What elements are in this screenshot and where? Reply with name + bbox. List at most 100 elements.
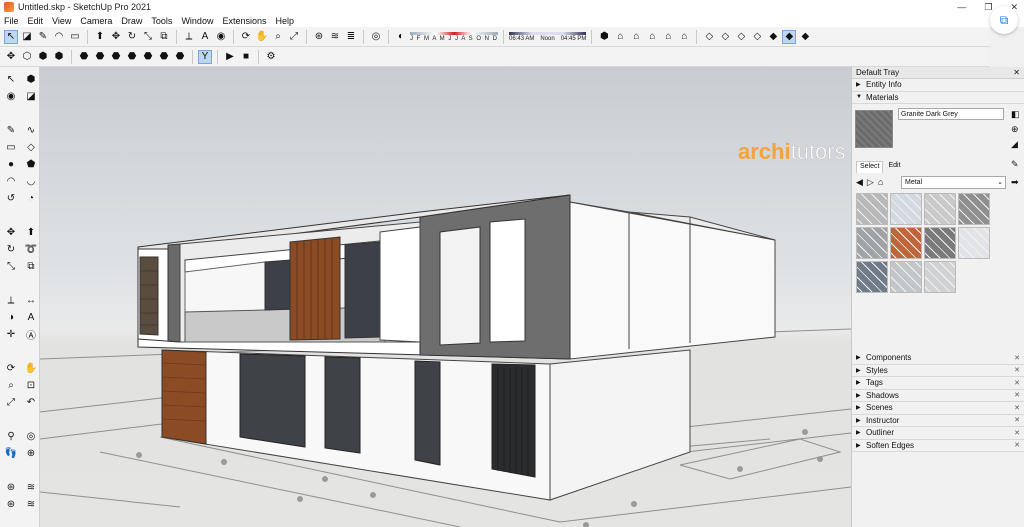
menu-extensions[interactable]: Extensions — [222, 16, 266, 26]
position-camera-icon[interactable]: ⚲ — [2, 428, 20, 444]
line-tool-icon[interactable]: ✎ — [36, 30, 50, 44]
pan-icon[interactable]: ✋ — [22, 360, 40, 376]
left-view-icon[interactable]: ⌂ — [677, 30, 691, 44]
xray-style-icon[interactable]: ◇ — [702, 30, 716, 44]
move-icon[interactable]: ✥ — [2, 224, 20, 240]
push-pull-tool-icon[interactable]: ⬆ — [93, 30, 107, 44]
minimize-icon[interactable]: — — [957, 2, 966, 12]
hidden-line-style-icon[interactable]: ◇ — [750, 30, 764, 44]
paint-bucket-icon[interactable]: ◉ — [214, 30, 228, 44]
extension-y-icon[interactable]: Y — [198, 49, 212, 64]
menu-draw[interactable]: Draw — [121, 16, 142, 26]
extension-warehouse-icon[interactable]: ≋ — [22, 479, 40, 495]
intersect-icon[interactable]: ⬢ — [52, 50, 66, 64]
material-swatch[interactable] — [958, 193, 990, 225]
text-tool-icon[interactable]: A — [198, 30, 212, 44]
arc-icon[interactable]: ◠ — [2, 173, 20, 189]
material-swatch[interactable] — [890, 193, 922, 225]
material-swatch[interactable] — [890, 227, 922, 259]
polygon-icon[interactable]: ⬟ — [22, 156, 40, 172]
dimension-icon[interactable]: ↔ — [22, 292, 40, 308]
shadows-toggle-icon[interactable]: ◐ — [394, 30, 408, 44]
two-point-arc-icon[interactable]: ◡ — [22, 173, 40, 189]
monochrome-style-icon[interactable]: ◆ — [798, 30, 812, 44]
text-icon[interactable]: A — [22, 309, 40, 325]
outer-shell-icon[interactable]: ⬢ — [36, 50, 50, 64]
section-plane-icon[interactable]: ⬣ — [173, 50, 187, 64]
material-swatch[interactable] — [924, 193, 956, 225]
back-edges-style-icon[interactable]: ◇ — [718, 30, 732, 44]
extension-manager-icon[interactable]: ≋ — [22, 496, 40, 512]
push-pull-icon[interactable]: ⬆ — [22, 224, 40, 240]
split-icon[interactable]: ⬣ — [125, 50, 139, 64]
trim-icon[interactable]: ⬣ — [109, 50, 123, 64]
tab-select[interactable]: Select — [856, 161, 884, 173]
sandbox-icon[interactable]: ✥ — [4, 50, 18, 64]
material-swatch[interactable] — [856, 261, 888, 293]
three-point-arc-icon[interactable]: ↺ — [2, 190, 20, 206]
shaded-style-icon[interactable]: ◆ — [766, 30, 780, 44]
previous-view-icon[interactable]: ↶ — [22, 394, 40, 410]
panel-soften-edges[interactable]: ▶ Soften Edges ✕ — [852, 439, 1024, 452]
eraser-tool-icon[interactable]: ◪ — [20, 30, 34, 44]
panel-entity-info[interactable]: ▶ Entity Info — [852, 79, 1024, 92]
restore-icon[interactable]: ❐ — [984, 2, 992, 13]
panel-close-icon[interactable]: ✕ — [1014, 404, 1020, 412]
offset-tool-icon[interactable]: ⧉ — [157, 30, 171, 44]
look-around-icon[interactable]: ◎ — [22, 428, 40, 444]
menu-window[interactable]: Window — [181, 16, 213, 26]
layout-icon[interactable]: ≣ — [344, 30, 358, 44]
eyedropper-icon[interactable]: ✎ — [1011, 159, 1019, 170]
orbit-icon[interactable]: ⟳ — [2, 360, 20, 376]
tab-edit[interactable]: Edit — [885, 161, 903, 173]
back-view-icon[interactable]: ⌂ — [661, 30, 675, 44]
material-preview-swatch[interactable] — [855, 110, 893, 148]
stop-icon[interactable]: ■ — [239, 50, 253, 64]
make-component-icon[interactable]: ⬢ — [22, 71, 40, 87]
panel-close-icon[interactable]: ✕ — [1014, 379, 1020, 387]
tray-close-icon[interactable]: ✕ — [1013, 68, 1020, 77]
move-tool-icon[interactable]: ✥ — [109, 30, 123, 44]
circle-icon[interactable]: ● — [2, 156, 20, 172]
warehouse-icon[interactable]: ⊛ — [312, 30, 326, 44]
rotated-rectangle-icon[interactable]: ◇ — [22, 139, 40, 155]
panel-materials[interactable]: ▼ Materials — [852, 91, 1024, 104]
zoom-window-icon[interactable]: ⊡ — [22, 377, 40, 393]
model-viewport[interactable]: architutors — [40, 67, 851, 527]
panel-close-icon[interactable]: ✕ — [1014, 366, 1020, 374]
account-icon[interactable]: ◎ — [369, 30, 383, 44]
visual-search-button[interactable]: ⧉ — [990, 6, 1018, 34]
offset-icon[interactable]: ⧉ — [22, 258, 40, 274]
panel-close-icon[interactable]: ✕ — [1014, 354, 1020, 362]
shadow-time-slider[interactable]: 06:43 AM Noon 04:45 PM — [509, 31, 587, 42]
forward-arrow-icon[interactable]: ▷ — [867, 177, 874, 188]
section-icon[interactable]: ⊕ — [22, 445, 40, 461]
material-swatch[interactable] — [890, 261, 922, 293]
panel-styles[interactable]: ▶ Styles ✕ — [852, 364, 1024, 377]
front-view-icon[interactable]: ⌂ — [629, 30, 643, 44]
menu-view[interactable]: View — [52, 16, 71, 26]
menu-edit[interactable]: Edit — [28, 16, 44, 26]
tape-measure-icon[interactable]: ⟂ — [2, 292, 20, 308]
panel-tags[interactable]: ▶ Tags ✕ — [852, 377, 1024, 390]
arc-tool-icon[interactable]: ◠ — [52, 30, 66, 44]
pan-icon[interactable]: ✋ — [255, 30, 269, 44]
material-swatch[interactable] — [924, 261, 956, 293]
panel-instructor[interactable]: ▶ Instructor ✕ — [852, 414, 1024, 427]
sample-paint-icon[interactable]: ◢ — [1011, 139, 1018, 150]
extension-warehouse-icon[interactable]: ≋ — [328, 30, 342, 44]
panel-scenes[interactable]: ▶ Scenes ✕ — [852, 402, 1024, 415]
paint-icon[interactable]: ◉ — [2, 88, 20, 104]
material-name-field[interactable]: Granite Dark Grey — [898, 108, 1004, 120]
details-arrow-icon[interactable]: ➡ — [1011, 177, 1019, 188]
menu-help[interactable]: Help — [275, 16, 294, 26]
union-icon[interactable]: ⬣ — [77, 50, 91, 64]
panel-components[interactable]: ▶ Components ✕ — [852, 352, 1024, 365]
menu-file[interactable]: File — [4, 16, 19, 26]
orbit-icon[interactable]: ⟳ — [239, 30, 253, 44]
wireframe-style-icon[interactable]: ◇ — [734, 30, 748, 44]
zoom-icon[interactable]: ⌕ — [271, 30, 285, 44]
solid-inspector-icon[interactable]: ⬣ — [141, 50, 155, 64]
subtract-icon[interactable]: ⬣ — [93, 50, 107, 64]
panel-close-icon[interactable]: ✕ — [1014, 441, 1020, 449]
